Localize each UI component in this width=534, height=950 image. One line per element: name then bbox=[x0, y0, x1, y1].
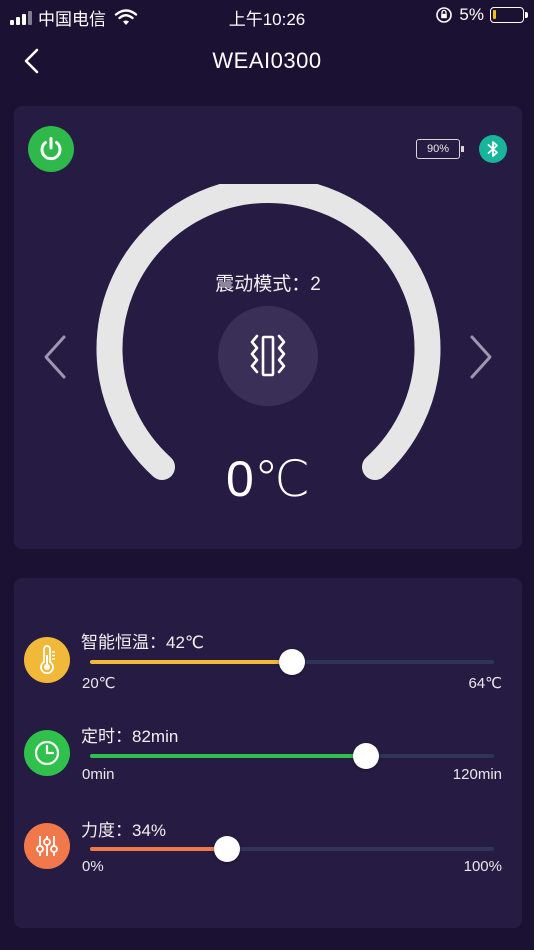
timer-label: 定时：82min bbox=[81, 727, 179, 746]
timer-thumb[interactable] bbox=[352, 743, 379, 769]
timer-max: 120min bbox=[452, 766, 502, 783]
strength-label: 力度：34% bbox=[81, 821, 167, 840]
vibration-icon bbox=[250, 334, 286, 377]
rotation-lock-icon bbox=[436, 7, 453, 23]
battery-percent: 5% bbox=[459, 5, 484, 24]
smart-temp-slider[interactable] bbox=[90, 649, 494, 675]
page-title: WEAI0300 bbox=[212, 48, 322, 73]
status-bar: 中国电信 上午10:26 5% bbox=[0, 0, 534, 30]
nav-bar: WEAI0300 bbox=[0, 38, 534, 84]
phone-battery-icon bbox=[490, 7, 528, 23]
vibration-mode-label: 震动模式：2 bbox=[215, 274, 321, 295]
clock-icon bbox=[24, 730, 70, 776]
timer-min: 0min bbox=[82, 766, 115, 783]
temperature-value: 0℃ bbox=[226, 451, 310, 507]
strength-row: 力度：34% 0% 100% bbox=[14, 816, 522, 896]
power-icon bbox=[40, 137, 62, 161]
device-card: 90% 震动模式：2 0℃ bbox=[14, 106, 522, 549]
timer-slider[interactable] bbox=[90, 743, 494, 769]
smart-temp-min: 20℃ bbox=[82, 675, 116, 692]
smart-temp-thumb[interactable] bbox=[279, 649, 305, 675]
strength-thumb[interactable] bbox=[214, 836, 241, 862]
smart-temp-label: 智能恒温：42℃ bbox=[81, 633, 205, 652]
smart-temp-max: 64℃ bbox=[468, 675, 502, 692]
timer-fill bbox=[90, 754, 366, 758]
device-battery-indicator: 90% bbox=[416, 139, 464, 159]
status-right: 5% bbox=[435, 5, 528, 25]
bluetooth-icon bbox=[479, 135, 507, 163]
strength-fill bbox=[90, 847, 228, 851]
vibration-mode-button[interactable] bbox=[218, 306, 318, 406]
controls-card: 智能恒温：42℃ 20℃ 64℃ 定时：82min 0min 120min 力度… bbox=[14, 578, 522, 928]
strength-max: 100% bbox=[463, 858, 502, 875]
smart-temp-fill bbox=[90, 660, 292, 664]
previous-mode-button[interactable] bbox=[40, 332, 70, 382]
next-mode-button[interactable] bbox=[466, 332, 496, 382]
power-button[interactable] bbox=[28, 126, 74, 172]
timer-row: 定时：82min 0min 120min bbox=[14, 722, 522, 802]
sliders-icon bbox=[24, 823, 70, 869]
thermometer-icon bbox=[24, 637, 70, 683]
strength-min: 0% bbox=[82, 858, 104, 875]
smart-temp-row: 智能恒温：42℃ 20℃ 64℃ bbox=[14, 628, 522, 708]
strength-slider[interactable] bbox=[90, 836, 494, 862]
